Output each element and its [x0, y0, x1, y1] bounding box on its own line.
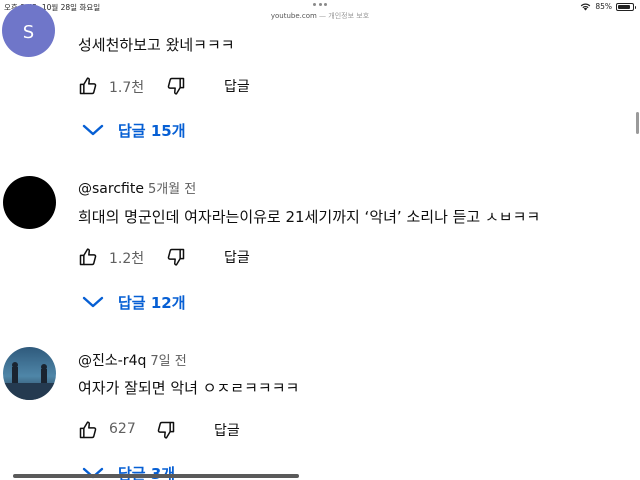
comment-actions: 627 답글: [78, 418, 338, 442]
battery-level: [618, 4, 630, 9]
like-button[interactable]: [78, 418, 98, 442]
battery-icon: [616, 2, 636, 11]
like-count: 1.2천: [109, 251, 145, 267]
comment-text: 성세천하보고 왔네ㅋㅋㅋ: [78, 36, 235, 54]
chevron-down-icon: [82, 296, 104, 308]
avatar-image: [3, 347, 56, 400]
address-bar[interactable]: youtube.com — 개인정보 보호: [0, 11, 640, 21]
replies-count: 답글 15개: [118, 121, 186, 140]
thumbs-down-icon: [167, 248, 185, 266]
reply-button[interactable]: 답글: [214, 418, 240, 442]
avatar[interactable]: [3, 176, 56, 229]
comment-author[interactable]: @진소-r4q 7일 전: [78, 350, 187, 370]
dislike-button[interactable]: [166, 245, 186, 269]
battery-percent: 85%: [595, 2, 612, 11]
comment-actions: 1.2천 답글: [78, 245, 338, 269]
like-count: 627: [109, 421, 136, 437]
dislike-button[interactable]: [166, 74, 186, 98]
scrollbar[interactable]: [636, 112, 639, 134]
reply-button[interactable]: 답글: [224, 74, 250, 98]
url-text: youtube.com: [270, 12, 317, 20]
status-bar: 오후 8:45 10월 28일 화요일 youtube.com — 개인정보 보…: [0, 0, 640, 22]
comment-time: 5개월 전: [147, 182, 197, 197]
author-handle[interactable]: @sarcfite: [78, 181, 144, 197]
thumbs-up-icon: [79, 421, 97, 439]
privacy-text: — 개인정보 보호: [316, 12, 370, 20]
thumbs-down-icon: [167, 77, 185, 95]
thumbs-up-icon: [79, 248, 97, 266]
dislike-button[interactable]: [156, 418, 176, 442]
view-replies-button[interactable]: 답글 12개: [82, 291, 186, 313]
avatar[interactable]: [3, 347, 56, 400]
like-button[interactable]: [78, 74, 98, 98]
wifi-icon: [581, 3, 591, 10]
avatar[interactable]: S: [2, 4, 55, 57]
comment-actions: 1.7천 답글: [78, 74, 338, 98]
avatar-letter: S: [22, 22, 35, 43]
author-handle[interactable]: @진소-r4q: [78, 353, 146, 369]
comment-text: 여자가 잘되면 악녀 ㅇㅈㄹㅋㅋㅋㅋ: [78, 379, 300, 397]
replies-count: 답글 12개: [118, 293, 186, 312]
like-count: 1.7천: [109, 80, 145, 96]
thumbs-down-icon: [157, 421, 175, 439]
status-right: 85%: [580, 2, 636, 11]
home-indicator[interactable]: [13, 474, 299, 478]
view-replies-button[interactable]: 답글 15개: [82, 119, 186, 141]
reply-button[interactable]: 답글: [224, 245, 250, 269]
more-dots-icon[interactable]: [313, 3, 327, 6]
comment-time: 7일 전: [150, 354, 187, 369]
comment-author[interactable]: @sarcfite 5개월 전: [78, 178, 196, 197]
like-button[interactable]: [78, 245, 98, 269]
comment-text: 희대의 명군인데 여자라는이유로 21세기까지 ‘악녀’ 소리나 듣고 ㅅㅂㅋㅋ: [78, 208, 541, 226]
thumbs-up-icon: [79, 77, 97, 95]
chevron-down-icon: [82, 124, 104, 136]
